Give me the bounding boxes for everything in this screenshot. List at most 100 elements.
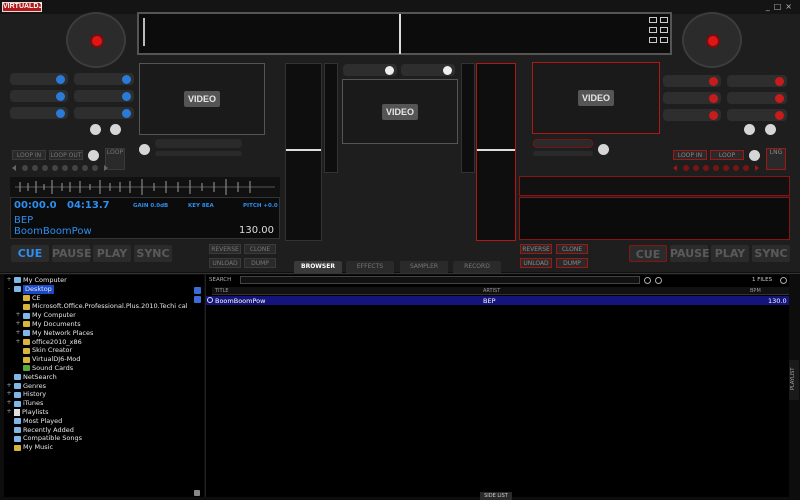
search-clear-icon[interactable] (655, 277, 662, 284)
expand-icon[interactable]: + (6, 276, 12, 285)
left-pause-button[interactable]: PAUSE (52, 245, 92, 262)
tree-item[interactable]: + Playlists (4, 408, 204, 417)
tree-item[interactable]: + My Computer (4, 311, 204, 320)
left-sync-button[interactable]: SYNC (134, 245, 172, 262)
left-selector-6[interactable] (74, 107, 134, 119)
search-input[interactable] (240, 276, 640, 284)
tree-item[interactable]: Recently Added (4, 426, 204, 435)
right-loop-button[interactable]: LOOP (710, 150, 744, 160)
mixer-selector-left[interactable] (343, 64, 397, 76)
files-options-icon[interactable] (780, 277, 787, 284)
expand-icon[interactable]: + (15, 338, 21, 347)
left-loop-out-button[interactable]: LOOP OUT (49, 150, 83, 160)
side-list-tab[interactable]: SIDE LIST (480, 492, 512, 500)
right-lng-button[interactable]: LNG (766, 148, 786, 170)
tree-item[interactable]: + My Computer (4, 276, 204, 285)
right-knob-1[interactable] (744, 124, 755, 135)
tab-effects[interactable]: EFFECTS (346, 261, 394, 273)
left-selector-4[interactable] (74, 90, 134, 102)
left-selector-2[interactable] (74, 73, 134, 85)
tree-item[interactable]: + My Documents (4, 320, 204, 329)
right-selector-1[interactable] (663, 75, 721, 87)
right-jog-wheel[interactable] (682, 12, 742, 68)
expand-icon[interactable]: + (6, 390, 12, 399)
playlist-tab[interactable]: PLAYLIST (789, 360, 799, 400)
right-clone-button[interactable]: CLONE (556, 244, 588, 254)
col-bpm[interactable]: BPM (750, 288, 761, 294)
expand-icon[interactable]: + (6, 399, 12, 408)
right-loop-knob[interactable] (749, 150, 760, 161)
tree-item[interactable]: - Desktop (4, 284, 204, 294)
right-sync-button[interactable]: SYNC (752, 245, 790, 262)
left-cue-button[interactable]: CUE (11, 245, 49, 262)
left-play-button[interactable]: PLAY (93, 245, 131, 262)
expand-icon[interactable]: + (15, 329, 21, 338)
left-knob-1[interactable] (90, 124, 101, 135)
left-knob-2[interactable] (110, 124, 121, 135)
tree-item[interactable]: Most Played (4, 417, 204, 426)
tree-item[interactable]: + iTunes (4, 399, 204, 408)
left-knob-3[interactable] (139, 144, 150, 155)
left-loop-in-button[interactable]: LOOP IN (12, 150, 46, 160)
left-slider-1[interactable] (155, 139, 242, 148)
right-selector-6[interactable] (727, 109, 787, 121)
tree-item[interactable]: + office2010_x86 (4, 338, 204, 347)
rhythm-display[interactable] (137, 12, 672, 55)
minimize-button[interactable]: _ (766, 2, 774, 11)
left-jog-wheel[interactable] (66, 12, 126, 68)
right-knob-2[interactable] (765, 124, 776, 135)
left-unload-button[interactable]: UNLOAD (209, 258, 241, 268)
left-selector-5[interactable] (10, 107, 68, 119)
left-selector-3[interactable] (10, 90, 68, 102)
tree-item[interactable]: Compatible Songs (4, 434, 204, 443)
folder-tree[interactable]: + My Computer - Desktop CE Microsoft.Office.P… (4, 275, 204, 497)
right-pitch-slider[interactable] (476, 63, 516, 241)
tree-item[interactable]: Microsoft.Office.Professional.Plus.2010.… (4, 302, 204, 311)
expand-icon[interactable]: + (15, 311, 21, 320)
expand-icon[interactable]: - (6, 285, 12, 294)
expand-icon[interactable]: + (6, 382, 12, 391)
expand-icon[interactable]: + (6, 408, 12, 417)
table-row[interactable]: BoomBoomPow BEP 130.0 (206, 296, 789, 305)
tab-browser[interactable]: BROWSER (294, 261, 342, 273)
col-artist[interactable]: ARTIST (483, 288, 500, 294)
right-play-button[interactable]: PLAY (711, 245, 749, 262)
lock-icon[interactable] (194, 490, 200, 496)
right-pitch-handle[interactable] (477, 149, 515, 151)
right-selector-2[interactable] (727, 75, 787, 87)
tree-item[interactable]: My Music (4, 443, 204, 452)
left-loop-knob[interactable] (88, 150, 99, 161)
layout-grid-icon[interactable] (649, 17, 669, 49)
col-title[interactable]: TITLE (215, 288, 229, 294)
favorite-folder-icon[interactable] (194, 296, 201, 303)
window-controls[interactable]: _□× (766, 2, 796, 11)
tree-item[interactable]: NetSearch (4, 373, 204, 382)
right-selector-4[interactable] (727, 92, 787, 104)
mixer-selector-right[interactable] (401, 64, 455, 76)
tree-item[interactable]: VirtualDJ6-Mod (4, 355, 204, 364)
tree-item[interactable]: CE (4, 294, 204, 303)
tree-item[interactable]: + Genres (4, 382, 204, 391)
tree-item[interactable]: + History (4, 390, 204, 399)
tree-item[interactable]: Skin Creator (4, 346, 204, 355)
left-slider-2[interactable] (155, 151, 242, 156)
tree-item[interactable]: Sound Cards (4, 364, 204, 373)
search-options-icon[interactable] (644, 277, 651, 284)
right-cue-button[interactable]: CUE (629, 245, 667, 262)
right-slider-2[interactable] (533, 151, 593, 156)
left-pitch-slider[interactable] (285, 63, 322, 241)
right-knob-3[interactable] (598, 144, 609, 155)
left-reverse-button[interactable]: REVERSE (209, 244, 241, 254)
add-folder-icon[interactable] (194, 287, 201, 294)
right-selector-3[interactable] (663, 92, 721, 104)
right-loop-in-button[interactable]: LOOP IN (673, 150, 707, 160)
expand-icon[interactable]: + (15, 320, 21, 329)
right-selector-5[interactable] (663, 109, 721, 121)
right-slider-1[interactable] (533, 139, 593, 148)
left-waveform[interactable] (10, 177, 280, 197)
tree-item[interactable]: + My Network Places (4, 329, 204, 338)
left-pitch-handle[interactable] (286, 149, 321, 151)
right-dump-button[interactable]: DUMP (556, 258, 588, 268)
tab-record[interactable]: RECORD (453, 261, 501, 273)
right-reverse-button[interactable]: REVERSE (520, 244, 552, 254)
